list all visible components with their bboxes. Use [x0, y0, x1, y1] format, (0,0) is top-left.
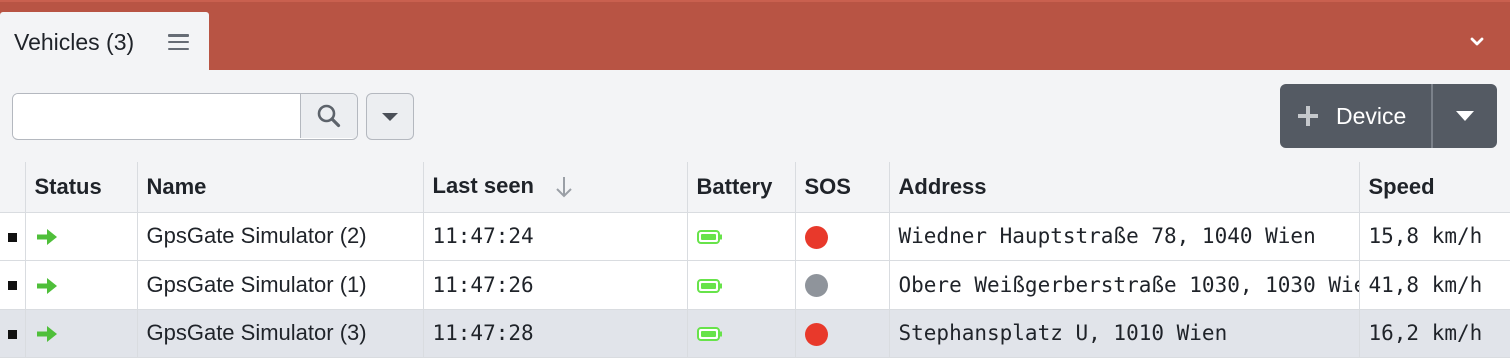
column-header-status[interactable]: Status [25, 162, 138, 213]
vehicles-table: Status Name Last seen Battery SOS Addres… [0, 162, 1510, 358]
caret-down-icon [382, 112, 398, 121]
battery-cell [687, 212, 796, 261]
arrow-right-icon [36, 277, 57, 294]
row-marker-square [7, 232, 17, 242]
search-icon [317, 104, 341, 128]
name-cell[interactable]: GpsGate Simulator (3) [137, 309, 424, 358]
row-marker [0, 212, 26, 261]
caret-down-icon [1456, 111, 1474, 121]
row-marker-square [7, 281, 17, 291]
column-header-battery[interactable]: Battery [687, 162, 796, 213]
add-device-button-group: Device [1280, 84, 1497, 148]
name-cell[interactable]: GpsGate Simulator (1) [137, 260, 424, 310]
last-seen-cell: 11:47:28 [423, 309, 688, 358]
sos-status-dot [804, 225, 828, 249]
add-device-button[interactable]: Device [1280, 84, 1431, 148]
column-header-speed[interactable]: Speed [1359, 162, 1510, 213]
battery-cell [687, 309, 796, 358]
add-device-label: Device [1336, 102, 1407, 129]
vehicles-tab[interactable]: Vehicles (3) [0, 12, 209, 72]
table-row[interactable]: GpsGate Simulator (1) 11:47:26 Obere Weißg… [0, 260, 1510, 310]
plus-icon [1298, 106, 1318, 126]
sos-status-dot [804, 274, 828, 298]
table-header-row: Status Name Last seen Battery SOS Addres… [0, 162, 1510, 213]
add-device-menu-button[interactable] [1433, 84, 1497, 148]
battery-full-icon [696, 278, 722, 293]
row-marker-square [7, 329, 17, 339]
chevron-down-icon[interactable] [1466, 32, 1488, 52]
battery-full-icon [696, 327, 722, 342]
speed-cell: 16,2 km/h [1359, 309, 1510, 358]
column-header-last-seen[interactable]: Last seen [423, 162, 688, 213]
column-header-sos[interactable]: SOS [795, 162, 890, 213]
arrow-right-icon [36, 326, 57, 343]
address-cell: Wiedner Hauptstraße 78, 1040 Wien [889, 212, 1360, 261]
row-marker [0, 309, 26, 358]
last-seen-cell: 11:47:24 [423, 212, 688, 261]
sos-status-dot [804, 322, 828, 346]
hamburger-menu-icon[interactable] [168, 32, 189, 52]
filter-dropdown-button[interactable] [366, 93, 414, 140]
table-row[interactable]: GpsGate Simulator (3) 11:47:28 Stephanspla… [0, 309, 1510, 358]
address-cell: Stephansplatz U, 1010 Wien [889, 309, 1360, 358]
row-marker [0, 260, 26, 310]
speed-cell: 15,8 km/h [1359, 212, 1510, 261]
column-header-marker [0, 162, 26, 213]
search-button[interactable] [300, 94, 357, 138]
battery-full-icon [696, 230, 722, 245]
top-bar: Vehicles (3) [0, 0, 1510, 72]
status-cell [25, 212, 138, 261]
column-header-address[interactable]: Address [889, 162, 1360, 213]
arrow-right-icon [36, 229, 57, 246]
last-seen-cell: 11:47:26 [423, 260, 688, 310]
search-input[interactable] [13, 94, 300, 138]
sos-cell [795, 309, 890, 358]
column-header-last-seen-label: Last seen [432, 173, 535, 199]
address-cell: Obere Weißgerberstraße 1030, 1030 Wien [889, 260, 1360, 310]
search-box [12, 93, 358, 140]
vehicles-tab-label: Vehicles (3) [14, 28, 135, 55]
name-cell[interactable]: GpsGate Simulator (2) [137, 212, 424, 261]
table-row[interactable]: GpsGate Simulator (2) 11:47:24 Wiedner Hau… [0, 212, 1510, 261]
speed-cell: 41,8 km/h [1359, 260, 1510, 310]
column-header-name[interactable]: Name [137, 162, 424, 213]
battery-cell [687, 260, 796, 310]
sos-cell [795, 260, 890, 310]
sort-descending-icon [556, 177, 572, 198]
status-cell [25, 260, 138, 310]
sos-cell [795, 212, 890, 261]
status-cell [25, 309, 138, 358]
toolbar: Device [0, 70, 1510, 162]
